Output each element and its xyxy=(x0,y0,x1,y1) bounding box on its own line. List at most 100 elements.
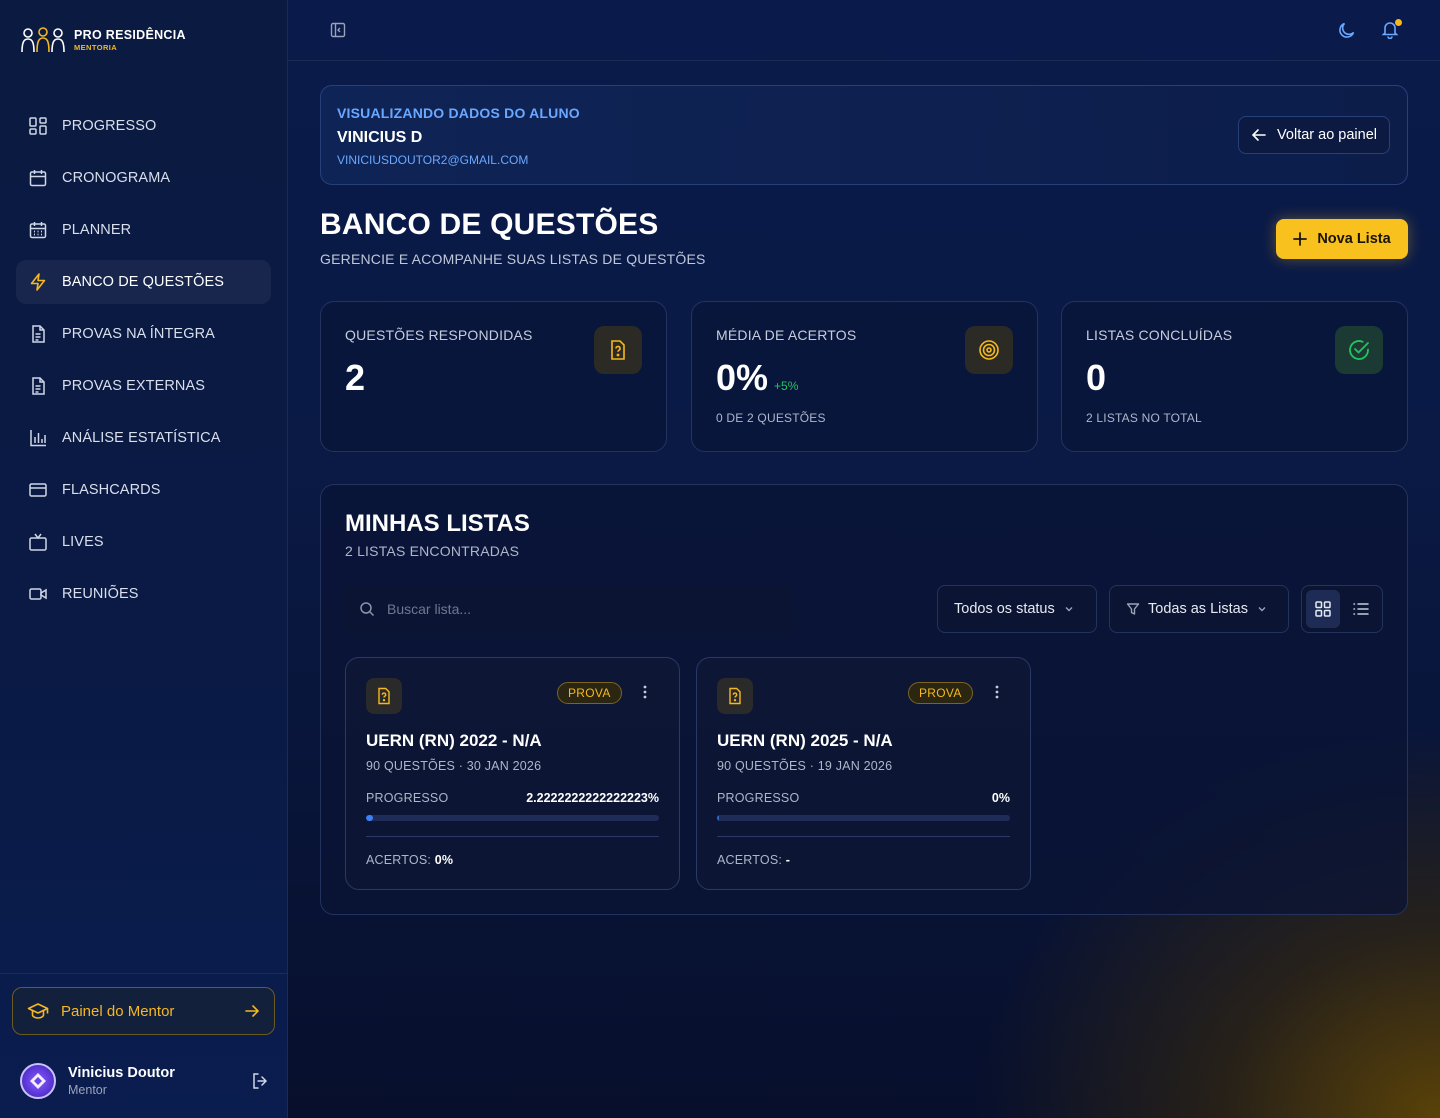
progress-value: 0% xyxy=(991,791,1010,805)
back-to-panel-button[interactable]: Voltar ao painel xyxy=(1238,116,1390,154)
stat-note: 2 LISTAS NO TOTAL xyxy=(1086,411,1202,425)
sidebar-item-progresso[interactable]: PROGRESSO xyxy=(16,104,271,148)
search-input[interactable] xyxy=(387,601,767,617)
student-name: VINICIUS D xyxy=(337,129,423,146)
stat-label: LISTAS CONCLUÍDAS xyxy=(1086,327,1233,343)
view-toggle xyxy=(1301,585,1383,633)
filter-icon xyxy=(1126,603,1140,615)
sidebar-item-banco-de-questoes[interactable]: BANCO DE QUESTÕES xyxy=(16,260,271,304)
grid-view-button[interactable] xyxy=(1306,590,1340,628)
sidebar-item-provas-externas[interactable]: PROVAS EXTERNAS xyxy=(16,364,271,408)
sidebar-item-label: LIVES xyxy=(62,534,104,550)
hits-row: ACERTOS: - xyxy=(717,853,790,867)
student-email: VINICIUSDOUTOR2@GMAIL.COM xyxy=(337,153,529,167)
list-card-meta: 90 QUESTÕES · 19 JAN 2026 xyxy=(717,759,893,773)
chevron-down-icon xyxy=(1065,607,1073,612)
sidebar-item-flashcards[interactable]: FLASHCARDS xyxy=(16,468,271,512)
tv-icon xyxy=(29,533,47,551)
stat-icon xyxy=(1335,326,1383,374)
sidebar-item-lives[interactable]: LIVES xyxy=(16,520,271,564)
list-card-title: UERN (RN) 2025 - N/A xyxy=(717,731,893,750)
back-to-panel-label: Voltar ao painel xyxy=(1277,127,1377,143)
stat-label: QUESTÕES RESPONDIDAS xyxy=(345,327,533,343)
list-filter-select[interactable]: Todas as Listas xyxy=(1109,585,1289,633)
sidebar-footer: Painel do Mentor Vinicius Doutor Mentor xyxy=(0,973,288,1118)
check-circle-icon xyxy=(1349,340,1369,360)
new-list-label: Nova Lista xyxy=(1317,231,1391,247)
main-content: VISUALIZANDO DADOS DO ALUNO VINICIUS D V… xyxy=(288,0,1440,1118)
sidebar: PRO RESIDÊNCIA MENTORIA PROGRESSO CRONOG… xyxy=(0,0,288,1118)
mentor-panel-label: Painel do Mentor xyxy=(61,1002,175,1020)
sidebar-item-provas-na-integra[interactable]: PROVAS NA ÍNTEGRA xyxy=(16,312,271,356)
list-card[interactable]: PROVA UERN (RN) 2022 - N/A 90 QUESTÕES ·… xyxy=(345,657,680,890)
sidebar-toggle-icon[interactable] xyxy=(330,22,346,38)
student-banner-label: VISUALIZANDO DADOS DO ALUNO xyxy=(337,105,580,121)
my-lists-panel: MINHAS LISTAS 2 LISTAS ENCONTRADAS Todos… xyxy=(320,484,1408,915)
notifications-button[interactable] xyxy=(1380,19,1402,39)
sidebar-item-reunioes[interactable]: REUNIÕES xyxy=(16,572,271,616)
search-icon xyxy=(360,602,375,617)
stat-icon xyxy=(594,326,642,374)
list-card-meta: 90 QUESTÕES · 30 JAN 2026 xyxy=(366,759,542,773)
student-banner: VISUALIZANDO DADOS DO ALUNO VINICIUS D V… xyxy=(320,85,1408,185)
avatar[interactable] xyxy=(20,1063,56,1099)
arrow-left-icon xyxy=(1251,129,1266,141)
sidebar-item-label: PROGRESSO xyxy=(62,118,157,134)
sidebar-item-label: CRONOGRAMA xyxy=(62,170,171,186)
progress-value: 2.2222222222222223% xyxy=(526,791,659,805)
stat-card-accuracy: MÉDIA DE ACERTOS 0% +5% 0 DE 2 QUESTÕES xyxy=(691,301,1038,452)
list-card-title: UERN (RN) 2022 - N/A xyxy=(366,731,542,750)
stat-card-completed: LISTAS CONCLUÍDAS 0 2 LISTAS NO TOTAL xyxy=(1061,301,1408,452)
stat-delta: +5% xyxy=(774,379,799,393)
list-type-badge: PROVA xyxy=(557,682,622,704)
sidebar-item-planner[interactable]: PLANNER xyxy=(16,208,271,252)
sidebar-nav: PROGRESSO CRONOGRAMA PLANNER BANCO DE QU… xyxy=(16,104,271,624)
stat-note: 0 DE 2 QUESTÕES xyxy=(716,411,826,425)
hits-label: ACERTOS: xyxy=(717,853,783,867)
more-options-icon[interactable] xyxy=(990,684,1004,700)
list-type-badge: PROVA xyxy=(908,682,973,704)
search-box xyxy=(345,585,794,633)
document-icon xyxy=(32,377,45,395)
list-view-button[interactable] xyxy=(1344,590,1378,628)
list-card-icon xyxy=(717,678,753,714)
brand-name: PRO RESIDÊNCIA xyxy=(74,28,186,42)
progress-bar-fill xyxy=(717,815,719,821)
card-icon xyxy=(29,483,47,497)
sidebar-item-label: PROVAS NA ÍNTEGRA xyxy=(62,326,215,342)
stat-value-number: 0% xyxy=(716,357,769,398)
hits-label: ACERTOS: xyxy=(366,853,432,867)
stat-label: MÉDIA DE ACERTOS xyxy=(716,327,857,343)
new-list-button[interactable]: Nova Lista xyxy=(1276,219,1408,259)
user-name: Vinicius Doutor xyxy=(68,1065,175,1081)
grid-icon xyxy=(29,117,47,135)
page-subtitle: GERENCIE E ACOMPANHE SUAS LISTAS DE QUES… xyxy=(320,251,706,267)
chevron-down-icon xyxy=(1258,607,1266,612)
target-icon xyxy=(979,340,999,360)
question-file-icon xyxy=(611,340,625,360)
status-filter-select[interactable]: Todos os status xyxy=(937,585,1097,633)
hits-row: ACERTOS: 0% xyxy=(366,853,453,867)
stat-value: 0 xyxy=(1086,357,1107,398)
calendar-icon xyxy=(29,170,47,187)
people-logo-icon xyxy=(21,27,65,53)
question-file-icon xyxy=(378,687,390,705)
logout-icon[interactable] xyxy=(250,1071,270,1091)
mentor-panel-button[interactable]: Painel do Mentor xyxy=(12,987,275,1035)
stat-value: 2 xyxy=(345,357,366,398)
list-card[interactable]: PROVA UERN (RN) 2025 - N/A 90 QUESTÕES ·… xyxy=(696,657,1031,890)
graduation-cap-icon xyxy=(27,1003,49,1019)
progress-label: PROGRESSO xyxy=(366,791,449,805)
sidebar-item-analise-estatistica[interactable]: ANÁLISE ESTATÍSTICA xyxy=(16,416,271,460)
brand-logo[interactable]: PRO RESIDÊNCIA MENTORIA xyxy=(20,26,186,54)
hits-value: - xyxy=(785,853,791,867)
calendar-grid-icon xyxy=(29,222,47,239)
card-divider xyxy=(366,836,659,837)
user-role: Mentor xyxy=(68,1083,107,1097)
sidebar-item-cronograma[interactable]: CRONOGRAMA xyxy=(16,156,271,200)
more-options-icon[interactable] xyxy=(638,684,652,700)
moon-icon[interactable] xyxy=(1337,20,1357,40)
stat-value: 0% +5% xyxy=(716,357,798,399)
page-title: BANCO DE QUESTÕES xyxy=(320,208,659,241)
sidebar-item-label: REUNIÕES xyxy=(62,586,139,602)
